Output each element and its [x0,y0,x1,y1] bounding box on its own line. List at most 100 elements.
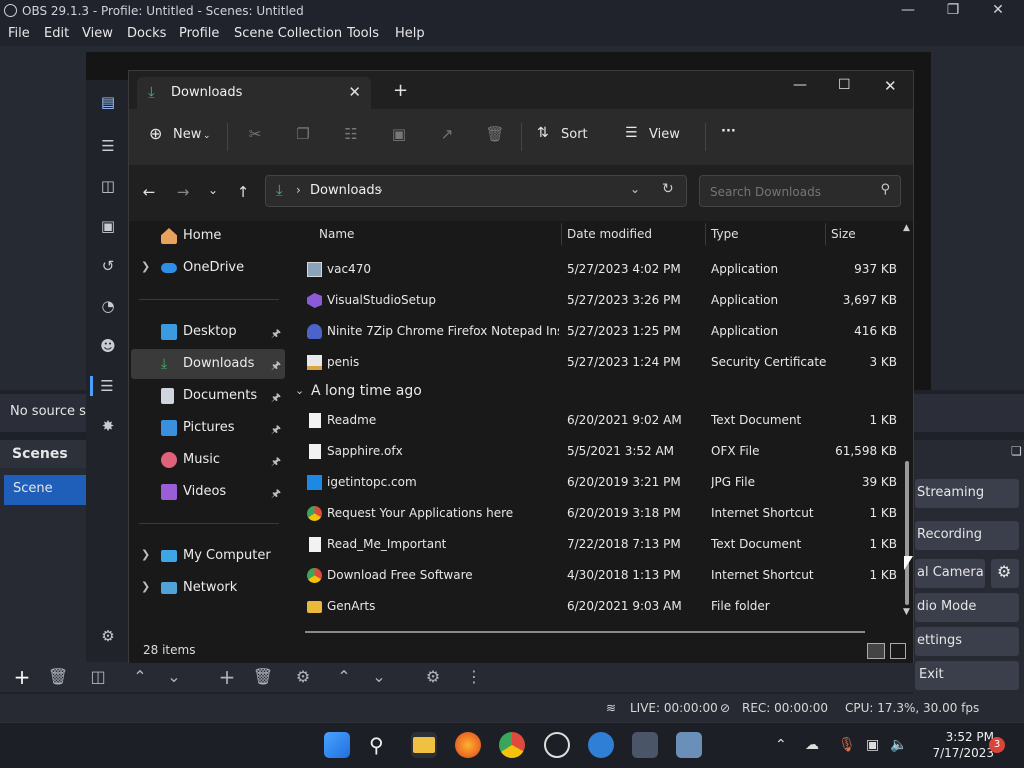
menu-view[interactable]: View [82,26,113,41]
nav-desktop[interactable]: Desktop 🖈 [131,317,285,347]
volume-icon[interactable]: 🔈 [890,737,907,753]
scene-filters-icon[interactable]: ◫ [86,666,110,688]
column-type[interactable]: Type [711,227,739,241]
share-icon[interactable]: ↗ [437,125,457,145]
sort-button[interactable]: Sort [561,127,588,142]
activity-icon[interactable]: ▣ [98,216,118,236]
audio-menu-icon[interactable]: ⋮ [462,666,486,688]
column-divider[interactable] [561,223,562,245]
file-row[interactable]: penis 5/27/2023 1:24 PM Security Certifi… [289,347,899,378]
column-divider[interactable] [825,223,826,245]
explorer-close-icon[interactable]: ✕ [884,77,897,95]
nav-pictures[interactable]: Pictures 🖈 [131,413,285,443]
refresh-icon[interactable]: ↻ [662,181,674,197]
nav-music[interactable]: Music 🖈 [131,445,285,475]
add-scene-icon[interactable]: + [10,666,34,688]
scroll-thumb[interactable] [905,461,909,605]
group-header[interactable]: A long time ago [311,383,422,399]
source-properties-icon[interactable]: ⚙ [291,666,315,688]
nav-downloads[interactable]: ⤓ Downloads 🖈 [131,349,285,379]
start-button-icon[interactable] [324,732,350,758]
horizontal-scrollbar[interactable] [305,631,865,633]
copy-icon[interactable]: ❐ [293,125,313,145]
column-size[interactable]: Size [831,227,856,241]
scroll-up-icon[interactable]: ▲ [903,223,910,233]
menu-docks[interactable]: Docks [127,26,166,41]
image-viewer-icon[interactable] [676,732,702,758]
puzzle-icon[interactable]: ✸ [98,416,118,436]
explorer-maximize-icon[interactable]: ☐ [838,77,851,93]
file-row[interactable]: igetintopc.com 6/20/2019 3:21 PM JPG Fil… [289,467,899,498]
source-up-icon[interactable]: ⌃ [332,666,356,688]
layout-icon[interactable]: ◫ [98,176,118,196]
explorer-minimize-icon[interactable]: — [793,77,807,93]
remove-source-icon[interactable]: 🗑 [251,666,275,688]
menu-icon[interactable]: ☰ [98,136,118,156]
nav-videos[interactable]: Videos 🖈 [131,477,285,507]
file-row[interactable]: Sapphire.ofx 5/5/2021 3:52 AM OFX File 6… [289,436,899,467]
virtual-camera-button[interactable]: al Camera [915,559,985,588]
settings-taskbar-icon[interactable] [588,732,614,758]
cut-icon[interactable]: ✂ [245,125,265,145]
file-row[interactable]: VisualStudioSetup 5/27/2023 3:26 PM Appl… [289,285,899,316]
breadcrumb-downloads[interactable]: Downloads [310,183,381,198]
search-box[interactable]: ⚲ [699,175,901,207]
scene-list-item[interactable]: Scene [4,475,88,505]
expand-chevron-icon[interactable]: ❯ [141,260,150,273]
settings-button[interactable]: ettings [915,627,1019,656]
file-row[interactable]: Ninite 7Zip Chrome Firefox Notepad Inst.… [289,316,899,347]
delete-icon[interactable]: 🗑 [485,125,505,145]
start-streaming-button[interactable]: Streaming [915,479,1019,508]
system-clock[interactable]: 3:52 PM 7/17/2023 [932,729,994,761]
video-editor-icon[interactable] [632,732,658,758]
speed-icon[interactable]: ◔ [98,296,118,316]
forward-arrow-icon[interactable]: → [173,183,193,203]
firefox-icon[interactable] [455,732,481,758]
source-down-icon[interactable]: ⌄ [367,666,391,688]
view-button[interactable]: View [649,127,680,142]
menu-file[interactable]: File [8,26,30,41]
scene-up-icon[interactable]: ⌃ [128,666,152,688]
dock-float-icon[interactable]: ❏ [1011,444,1022,458]
vertical-scrollbar[interactable]: ▲ ▼ [903,221,913,639]
file-row[interactable]: Read_Me_Important 7/22/2018 7:13 PM Text… [289,529,899,560]
image-icon[interactable]: ▤ [98,92,118,112]
group-collapse-icon[interactable]: ⌄ [295,384,304,397]
obs-minimize-icon[interactable]: — [898,2,918,18]
close-tab-icon[interactable]: ✕ [348,83,361,101]
expand-chevron-icon[interactable]: ❯ [141,548,150,561]
menu-profile[interactable]: Profile [179,26,219,41]
scene-down-icon[interactable]: ⌄ [162,666,186,688]
tray-chevron-icon[interactable]: ⌃ [775,737,787,753]
history-icon[interactable]: ↺ [98,256,118,276]
add-source-icon[interactable]: + [215,666,239,688]
nav-my-computer[interactable]: ❯ My Computer [131,541,285,571]
users-icon[interactable]: ☻ [98,336,118,356]
menu-scene-collection[interactable]: Scene Collection [234,26,342,41]
notification-badge[interactable]: 3 [989,737,1005,753]
recent-chevron-icon[interactable]: ⌄ [203,183,223,203]
settings-gear-icon[interactable]: ⚙ [98,626,118,646]
list-icon[interactable]: ☰ [90,376,121,396]
nav-home[interactable]: Home [131,221,285,251]
obs-icon[interactable] [544,732,570,758]
nav-documents[interactable]: Documents 🖈 [131,381,285,411]
nav-network[interactable]: ❯ Network [131,573,285,603]
menu-tools[interactable]: Tools [347,26,379,41]
search-icon[interactable]: ⚲ [880,182,890,197]
network-tray-icon[interactable]: ▣ [866,737,879,753]
start-recording-button[interactable]: Recording [915,521,1019,550]
obs-maximize-icon[interactable]: ❐ [943,2,963,18]
column-name[interactable]: Name [319,227,354,241]
paste-icon[interactable]: ☷ [341,125,361,145]
audio-settings-icon[interactable]: ⚙ [421,666,445,688]
cloud-tray-icon[interactable]: ☁ [805,737,819,753]
file-row[interactable]: Download Free Software 4/30/2018 1:13 PM… [289,560,899,591]
file-explorer-taskbar[interactable] [411,732,437,758]
search-taskbar-icon[interactable]: ⚲ [369,733,384,757]
obs-close-icon[interactable]: ✕ [988,2,1008,18]
search-input[interactable] [708,182,872,202]
menu-help[interactable]: Help [395,26,425,41]
tiles-view-icon[interactable] [890,643,906,659]
more-options-button[interactable]: ··· [721,124,736,139]
